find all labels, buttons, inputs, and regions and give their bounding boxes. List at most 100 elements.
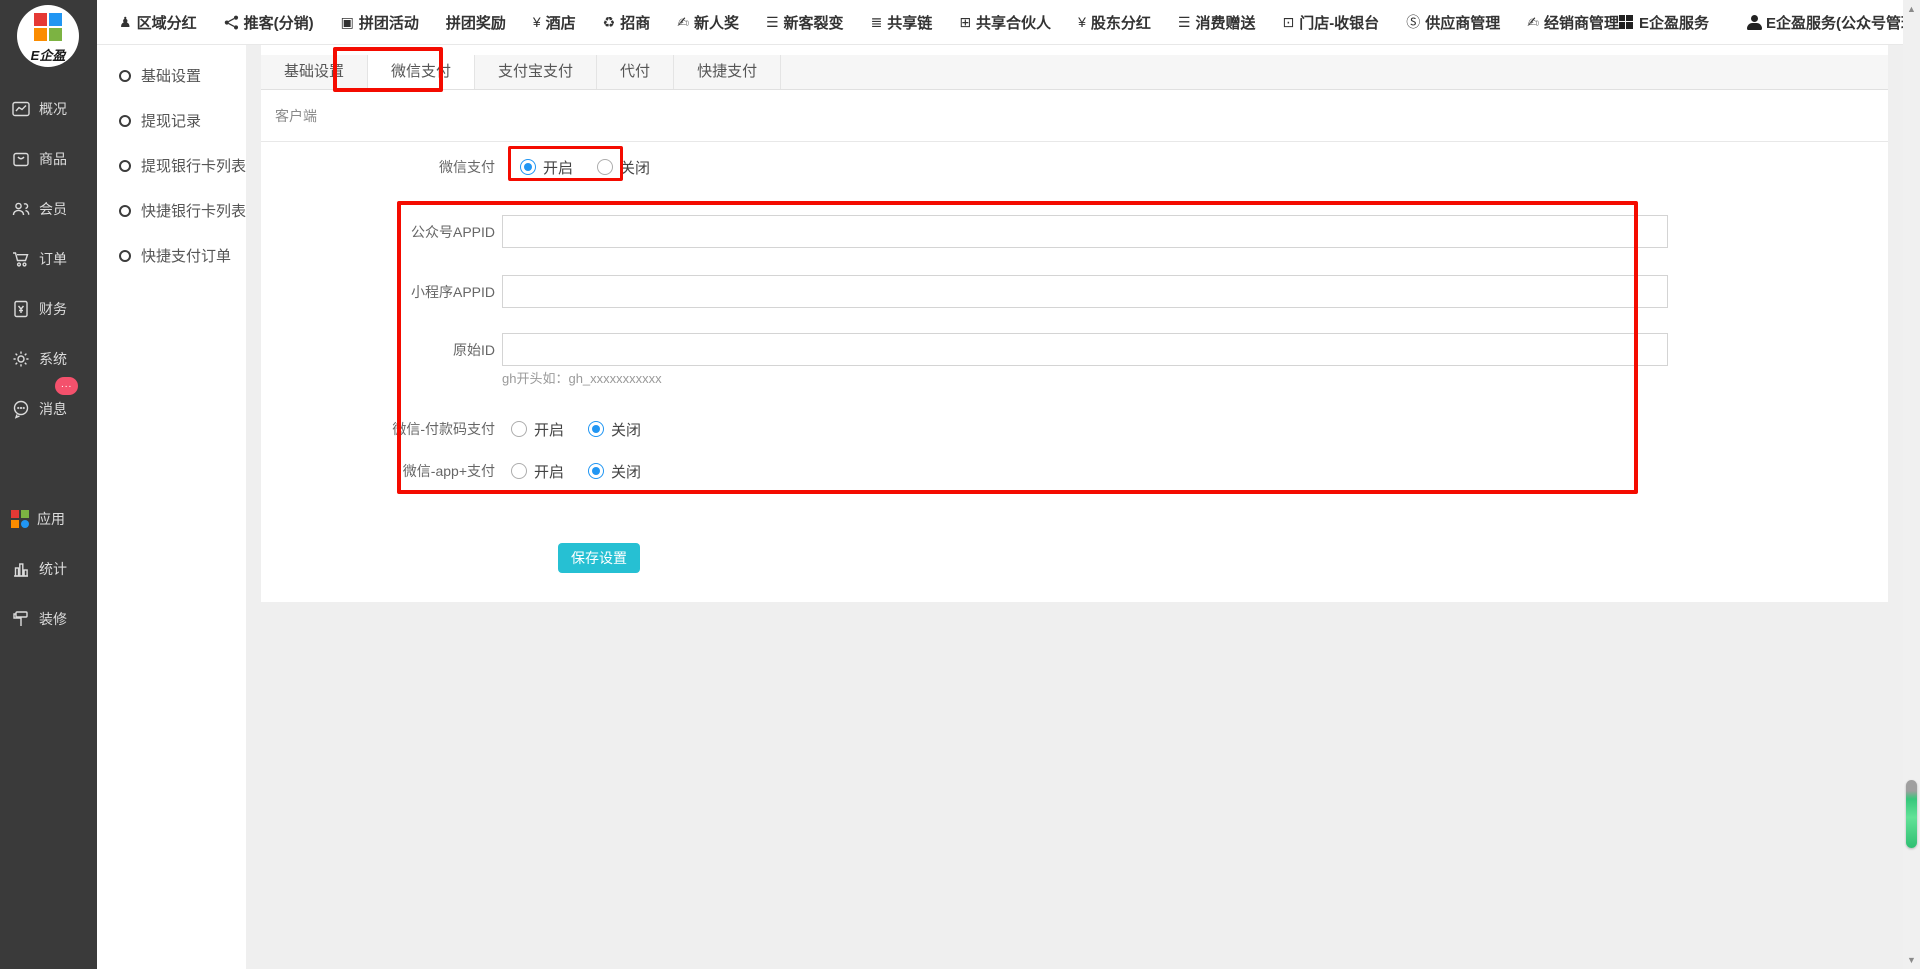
code-pay-on-option[interactable]: 开启 (511, 419, 564, 440)
sidebar-item-label: 商品 (39, 149, 67, 169)
topnav-item-investment[interactable]: ♻ 招商 (603, 12, 651, 33)
original-id-row: 原始ID (261, 341, 495, 359)
sidebar-item-label: 会员 (39, 199, 67, 219)
scrollbar-thumb[interactable] (1906, 780, 1917, 848)
original-id-hint: gh开头如：gh_xxxxxxxxxxx (502, 368, 662, 387)
submenu-item-quick-pay-orders[interactable]: 快捷支付订单 (97, 233, 246, 278)
gzh-appid-input[interactable] (502, 215, 1668, 248)
app-pay-row: 微信-app+支付 开启 关闭 (261, 457, 641, 485)
submenu-item-quick-bank-cards[interactable]: 快捷银行卡列表 (97, 188, 246, 233)
topnav-item-store-cashier[interactable]: ⊡ 门店-收银台 (1282, 12, 1379, 33)
sidebar-item-label: 装修 (39, 609, 67, 629)
topnav-item-region-dividend[interactable]: ♟ 区域分红 (119, 12, 197, 33)
secondary-sidebar: 基础设置 提现记录 提现银行卡列表 快捷银行卡列表 快捷支付订单 (97, 45, 246, 969)
scroll-down-icon[interactable]: ▼ (1903, 953, 1920, 967)
topnav-item-promoter[interactable]: 推客(分销) (224, 12, 314, 33)
sidebar-item-messages[interactable]: 消息 ... (0, 384, 97, 434)
original-id-label: 原始ID (261, 340, 495, 360)
topnav-item-new-customer[interactable]: ☰ 新客裂变 (766, 12, 844, 33)
topnav-item-hotel[interactable]: ¥ 酒店 (533, 12, 576, 33)
section-header: 客户端 (261, 90, 1888, 142)
radio-selected-icon[interactable] (588, 421, 604, 437)
apps-colored-icon (11, 510, 29, 528)
topbar-account[interactable]: E企盈服务(公众号管理员) (1747, 12, 1920, 33)
messages-badge: ... (55, 377, 78, 395)
sidebar-item-overview[interactable]: 概况 (0, 84, 97, 134)
grid-icon: ⊞ (959, 14, 971, 31)
recycle-icon: ♻ (603, 14, 616, 31)
finance-icon (11, 299, 31, 319)
sidebar-item-label: 订单 (39, 249, 67, 269)
logo-text: E企盈 (17, 45, 79, 64)
mini-appid-label: 小程序APPID (261, 282, 495, 302)
mini-appid-input[interactable] (502, 275, 1668, 308)
submenu-item-withdraw-records[interactable]: 提现记录 (97, 98, 246, 143)
radio-unselected-icon[interactable] (597, 159, 613, 175)
code-pay-row: 微信-付款码支付 开启 关闭 (261, 415, 641, 443)
stats-icon (11, 559, 31, 579)
sidebar-item-orders[interactable]: 订单 (0, 234, 97, 284)
menu-lines-icon: ☰ (766, 14, 779, 31)
radio-unselected-icon[interactable] (511, 463, 527, 479)
sidebar-item-apps[interactable]: 应用 (0, 494, 97, 544)
sidebar-item-decorate[interactable]: 装修 (0, 594, 97, 644)
wechat-pay-switch-label: 微信支付 (261, 157, 495, 177)
circle-bullet-icon (119, 160, 131, 172)
app-pay-off-option[interactable]: 关闭 (588, 461, 641, 482)
sidebar-item-label: 统计 (39, 559, 67, 579)
sidebar-item-goods[interactable]: 商品 (0, 134, 97, 184)
sidebar-item-system[interactable]: 系统 (0, 334, 97, 384)
sidebar-item-label: 财务 (39, 299, 67, 319)
topnav-item-share-partner[interactable]: ⊞ 共享合伙人 (959, 12, 1051, 33)
topnav-item-group-reward[interactable]: 拼团奖励 (446, 12, 506, 33)
vertical-scrollbar[interactable]: ▲ ▼ (1903, 0, 1920, 969)
tab-quick-pay[interactable]: 快捷支付 (674, 55, 781, 89)
tab-wechat-pay[interactable]: 微信支付 (368, 55, 475, 89)
wechat-pay-on-option[interactable]: 开启 (520, 157, 573, 178)
tab-alipay[interactable]: 支付宝支付 (475, 55, 597, 89)
scroll-up-icon[interactable]: ▲ (1903, 2, 1920, 16)
submenu-item-withdraw-bank-cards[interactable]: 提现银行卡列表 (97, 143, 246, 188)
person-award-icon: ♟ (119, 14, 132, 31)
wechat-pay-switch-row: 微信支付 开启 关闭 (261, 153, 650, 181)
hand-icon: ✍ (677, 14, 689, 31)
overview-icon (11, 99, 31, 119)
sidebar-item-members[interactable]: 会员 (0, 184, 97, 234)
tab-payout[interactable]: 代付 (597, 55, 674, 89)
topnav-item-shareholder-dividend[interactable]: ¥ 股东分红 (1078, 12, 1151, 33)
circle-bullet-icon (119, 205, 131, 217)
payment-tabs: 基础设置 微信支付 支付宝支付 代付 快捷支付 (261, 55, 1888, 90)
topnav-item-share-chain[interactable]: ≣ 共享链 (871, 12, 933, 33)
main-sidebar: E企盈 概况 商品 会员 订单 财务 系统 消息 ... (0, 0, 97, 969)
share-icon (224, 15, 239, 30)
topnav-item-newcomer-award[interactable]: ✍ 新人奖 (677, 12, 739, 33)
orders-cart-icon (11, 249, 31, 269)
radio-selected-icon[interactable] (588, 463, 604, 479)
topnav-item-group-activity[interactable]: ▣ 拼团活动 (341, 12, 419, 33)
top-nav-items: ♟ 区域分红 推客(分销) ▣ 拼团活动 拼团奖励 ¥ 酒店 ♻ 招商 ✍ 新人… (119, 12, 1619, 33)
mini-appid-row: 小程序APPID (261, 283, 495, 301)
submenu-item-basic-settings[interactable]: 基础设置 (97, 53, 246, 98)
topnav-item-dealer-mgmt[interactable]: ✍ 经销商管理 (1527, 12, 1619, 33)
topbar-service-link[interactable]: E企盈服务 (1619, 12, 1709, 33)
paint-roller-icon (11, 609, 31, 629)
radio-unselected-icon[interactable] (511, 421, 527, 437)
code-pay-off-option[interactable]: 关闭 (588, 419, 641, 440)
code-pay-label: 微信-付款码支付 (261, 419, 495, 439)
gear-icon (11, 349, 31, 369)
topnav-item-supplier-mgmt[interactable]: Ⓢ 供应商管理 (1406, 12, 1500, 33)
topnav-item-consumption-gift[interactable]: ☰ 消费赠送 (1178, 12, 1256, 33)
app-pay-on-option[interactable]: 开启 (511, 461, 564, 482)
members-icon (11, 199, 31, 219)
message-icon (11, 399, 31, 419)
tab-basic-settings[interactable]: 基础设置 (261, 55, 368, 89)
sidebar-item-stats[interactable]: 统计 (0, 544, 97, 594)
sidebar-item-finance[interactable]: 财务 (0, 284, 97, 334)
save-settings-button[interactable]: 保存设置 (558, 543, 640, 573)
app-pay-label: 微信-app+支付 (261, 461, 495, 481)
radio-selected-icon[interactable] (520, 159, 536, 175)
wechat-pay-off-option[interactable]: 关闭 (597, 157, 650, 178)
original-id-input[interactable] (502, 333, 1668, 366)
yen-icon: ¥ (1078, 14, 1086, 30)
user-icon (1747, 15, 1761, 29)
